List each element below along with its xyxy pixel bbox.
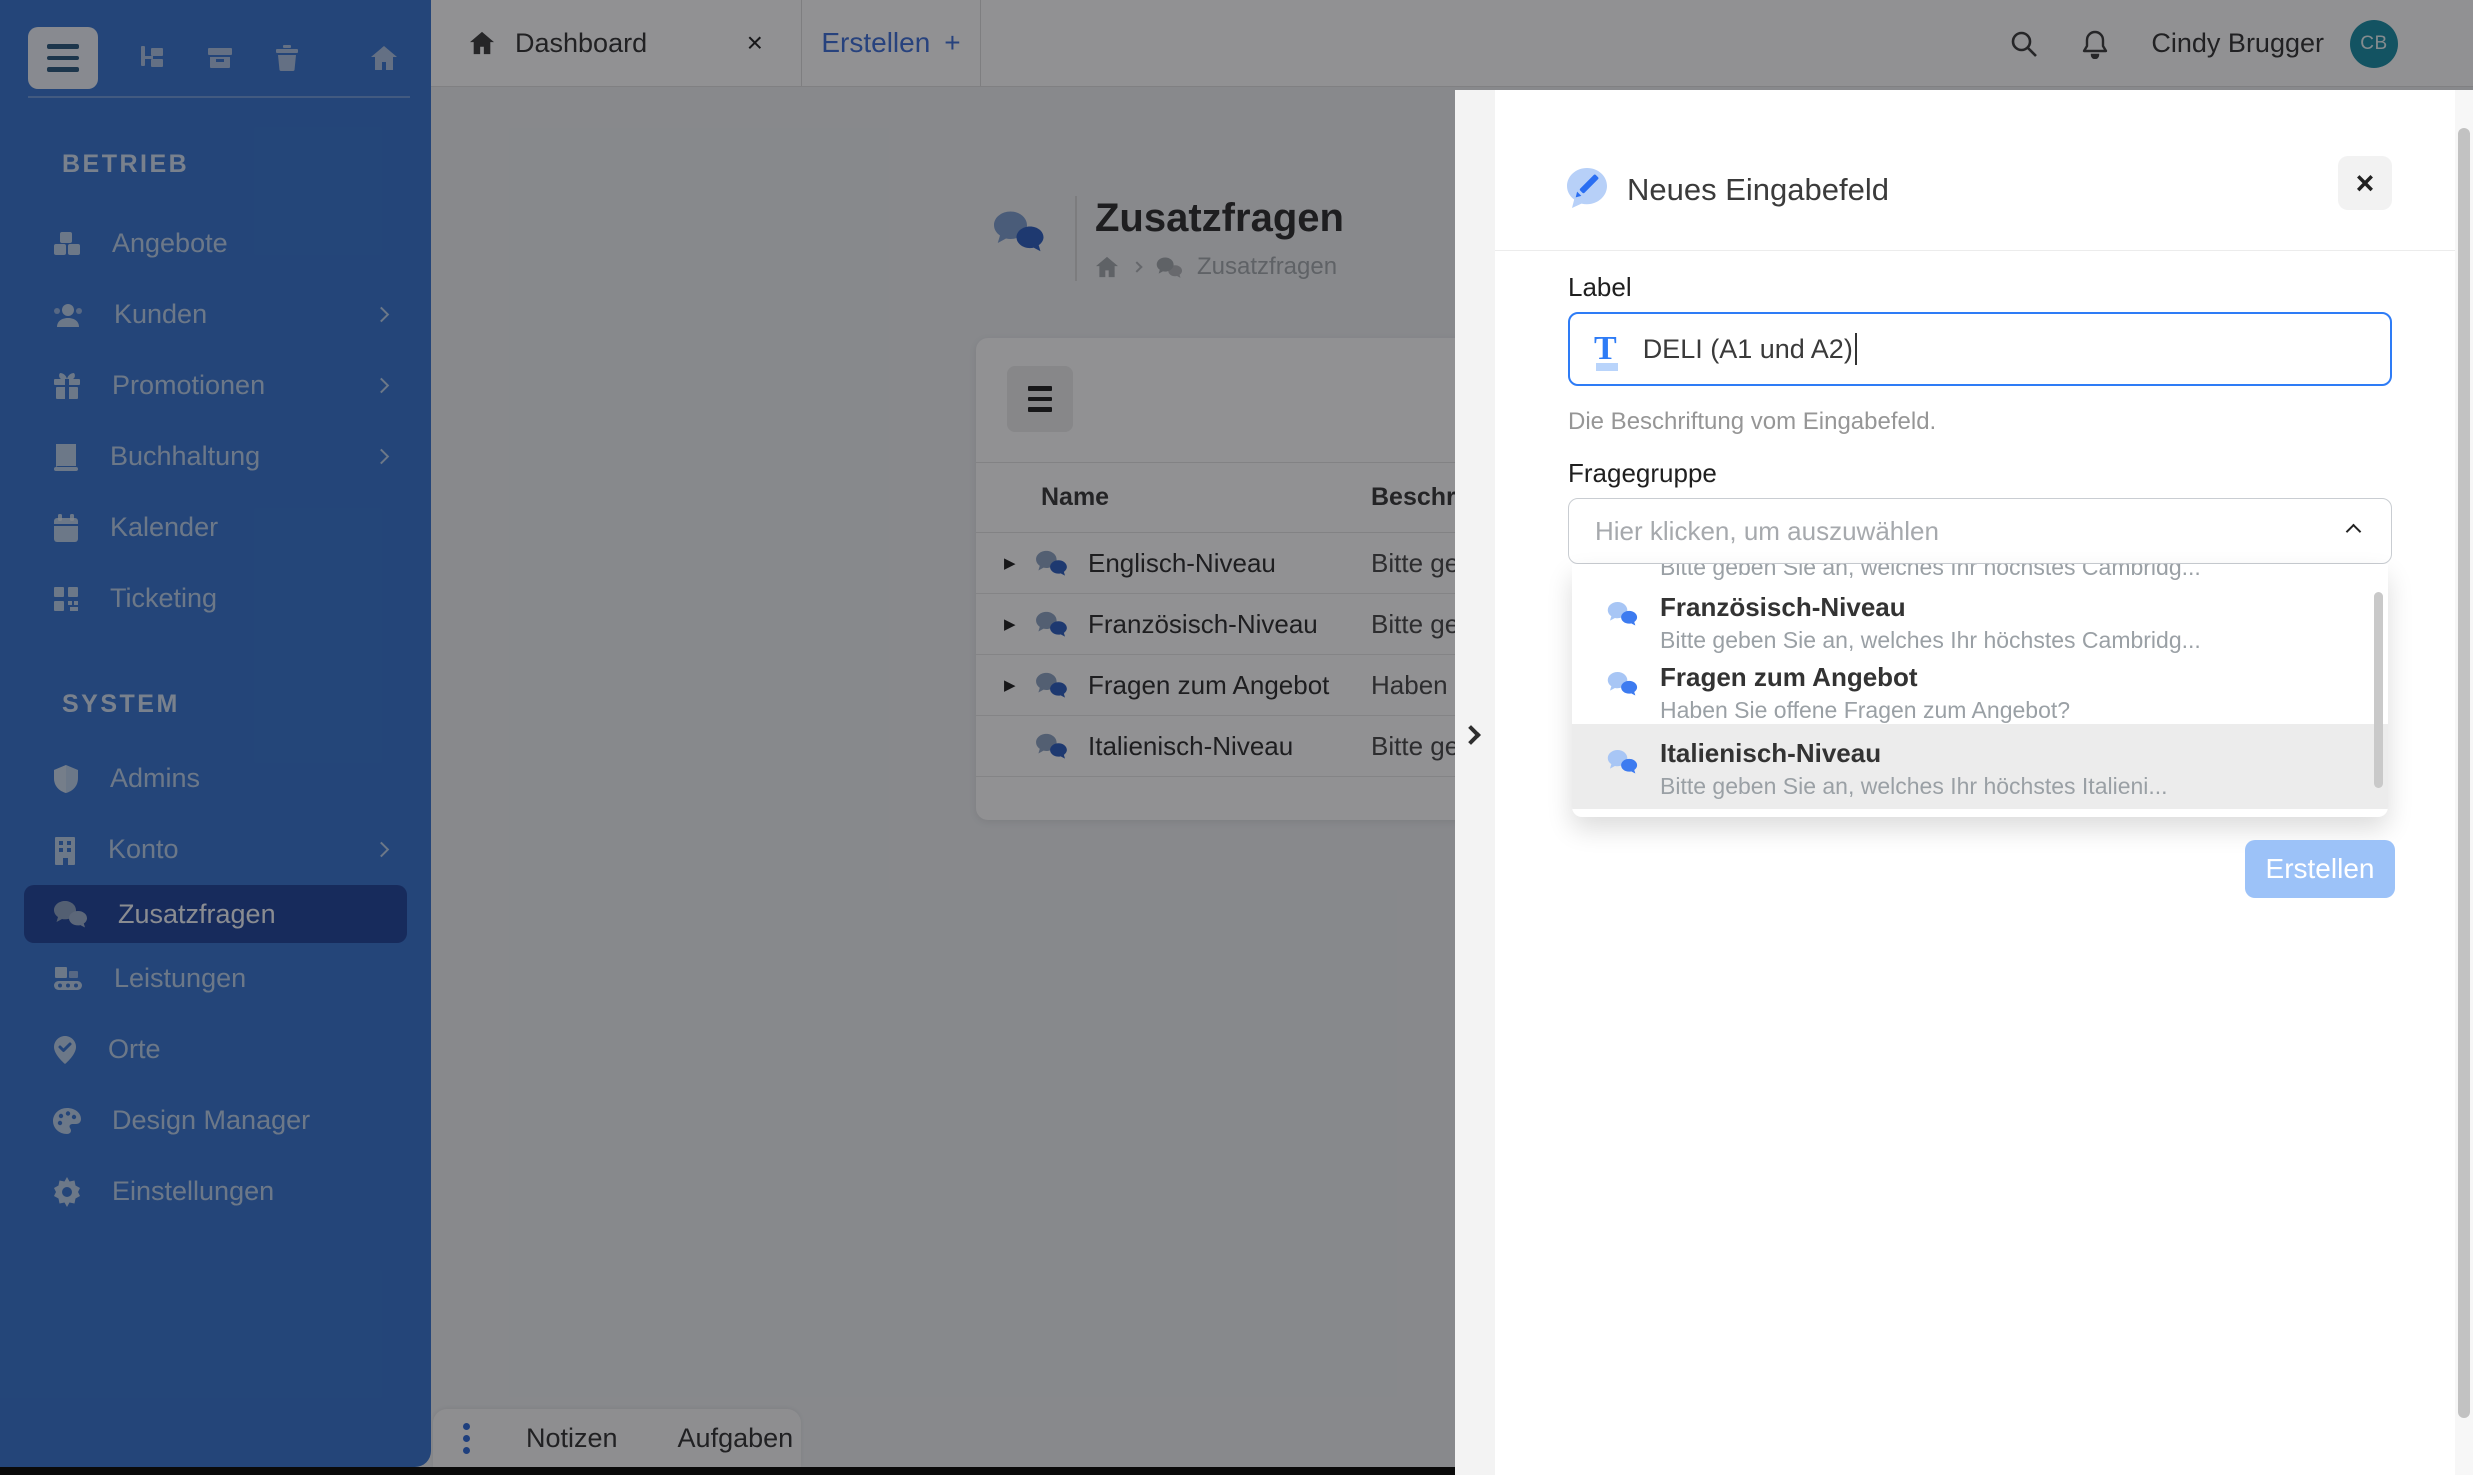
cubes-icon [52,229,82,259]
dropdown-option[interactable]: Fragen zum Angebot Haben Sie offene Frag… [1572,654,2388,724]
chat-icon [1034,610,1068,638]
column-name[interactable]: Name [976,483,1371,512]
breadcrumb-current: Zusatzfragen [1197,253,1338,280]
sidebar-section-system: SYSTEM [62,690,180,718]
chat-icon [1034,671,1068,699]
palette-icon [52,1107,82,1135]
dropdown-option-highlighted[interactable]: Italienisch-Niveau Bitte geben Sie an, w… [1572,724,2388,809]
chat-pencil-icon [1563,164,1611,212]
chat-icon [1606,670,1638,702]
chat-icon [52,899,88,929]
user-menu[interactable]: Cindy Brugger CB [2151,19,2398,68]
calendar-icon [52,513,80,543]
panel-title: Neues Eingabefeld [1627,172,1889,207]
select-placeholder: Hier klicken, um auszuwählen [1595,515,1939,546]
close-panel-button[interactable]: × [2338,156,2392,210]
fragegruppe-dropdown: Bitte geben Sie an, welches Ihr höchstes… [1572,564,2388,817]
sidebar-item-promotionen[interactable]: Promotionen [0,350,431,421]
home-icon[interactable] [1095,256,1119,278]
chevron-up-icon [2345,523,2362,539]
chat-icon [1606,748,1638,780]
text-cursor [1854,333,1857,365]
label-helper-text: Die Beschriftung vom Eingabefeld. [1568,408,1937,435]
chat-icon [1034,549,1068,577]
sidebar-item-leistungen[interactable]: Leistungen [0,943,431,1014]
page-header: Zusatzfragen Zusatzfragen [991,196,1344,281]
gear-icon [52,1176,82,1207]
search-icon[interactable] [2009,29,2039,59]
sidebar: BETRIEB Angebote Kunden Promotionen Buch… [0,0,431,1467]
tab-dashboard[interactable]: Dashboard × [431,0,802,86]
page-title: Zusatzfragen [1095,196,1344,240]
sidebar-item-einstellungen[interactable]: Einstellungen [0,1156,431,1227]
menu-icon[interactable] [28,27,98,89]
kebab-menu-icon[interactable] [463,1422,470,1454]
sidebar-item-zusatzfragen[interactable]: Zusatzfragen [24,885,407,943]
neues-eingabefeld-panel: Neues Eingabefeld × Label T DELI (A1 und… [1455,90,2473,1475]
sidebar-item-design-manager[interactable]: Design Manager [0,1085,431,1156]
expand-caret-icon[interactable]: ▶ [1004,615,1030,633]
fragegruppe-select[interactable]: Hier klicken, um auszuwählen [1568,498,2392,564]
conveyor-icon [52,965,84,993]
chevron-right-icon [373,377,390,394]
dock-tab-notizen[interactable]: Notizen [496,1423,648,1454]
chat-icon [1034,732,1068,760]
panel-collapse-strip[interactable] [1455,90,1495,1475]
chat-icon [991,208,1045,262]
trash-icon[interactable] [274,44,300,72]
breadcrumb: Zusatzfragen [1095,253,1344,281]
sidebar-item-orte[interactable]: Orte [0,1014,431,1085]
sidebar-item-angebote[interactable]: Angebote [0,208,431,279]
close-tab-icon[interactable]: × [747,27,763,59]
dropdown-clipped-option[interactable]: Bitte geben Sie an, welches Ihr höchstes… [1572,564,2388,584]
chevron-right-icon [373,448,390,465]
expand-caret-icon[interactable]: ▶ [1004,554,1030,572]
screen: BETRIEB Angebote Kunden Promotionen Buch… [0,0,2473,1475]
bottom-edge [0,1467,1460,1475]
chat-icon [1606,600,1638,632]
shield-icon [52,764,80,794]
plus-icon: + [944,27,961,58]
user-name: Cindy Brugger [2151,28,2324,58]
tab-erstellen[interactable]: Erstellen + [802,0,981,86]
sidebar-item-kunden[interactable]: Kunden [0,279,431,350]
table-menu-button[interactable] [1007,366,1073,432]
text-type-icon: T [1594,330,1618,371]
bottom-dock: Notizen Aufgaben [433,1409,801,1467]
dropdown-scrollbar[interactable] [2374,592,2383,788]
sidebar-item-buchhaltung[interactable]: Buchhaltung [0,421,431,492]
sidebar-section-betrieb: BETRIEB [62,150,190,178]
pin-icon [52,1035,78,1065]
gift-icon [52,371,82,401]
dock-tab-aufgaben[interactable]: Aufgaben [648,1423,824,1454]
sidebar-item-konto[interactable]: Konto [0,814,431,885]
chat-icon [1155,256,1183,279]
label-input-value: DELI (A1 und A2) [1642,333,1853,364]
page-scrollbar[interactable] [2455,90,2473,1475]
sidebar-toolbar [28,27,410,98]
chevron-right-icon [373,841,390,858]
expand-caret-icon[interactable]: ▶ [1004,676,1030,694]
sidebar-item-kalender[interactable]: Kalender [0,492,431,563]
avatar: CB [2350,19,2398,68]
dropdown-option[interactable]: Französisch-Niveau Bitte geben Sie an, w… [1572,584,2388,654]
chevron-right-icon[interactable] [1461,725,1481,745]
bell-icon[interactable] [2081,29,2109,59]
sidebar-item-ticketing[interactable]: Ticketing [0,563,431,634]
archive-icon[interactable] [206,44,234,72]
home-icon [469,31,495,55]
qr-icon [52,585,80,613]
sidebar-item-admins[interactable]: Admins [0,743,431,814]
building-icon [52,835,78,865]
group-field-label: Fragegruppe [1568,458,1717,488]
label-field-label: Label [1568,272,1632,302]
home-icon[interactable] [370,45,398,71]
erstellen-button[interactable]: Erstellen [2245,840,2395,898]
label-input[interactable]: T DELI (A1 und A2) [1568,312,2392,386]
users-icon [52,301,84,329]
book-icon [52,442,80,472]
chevron-right-icon [373,306,390,323]
folder-tree-icon[interactable] [138,44,166,72]
